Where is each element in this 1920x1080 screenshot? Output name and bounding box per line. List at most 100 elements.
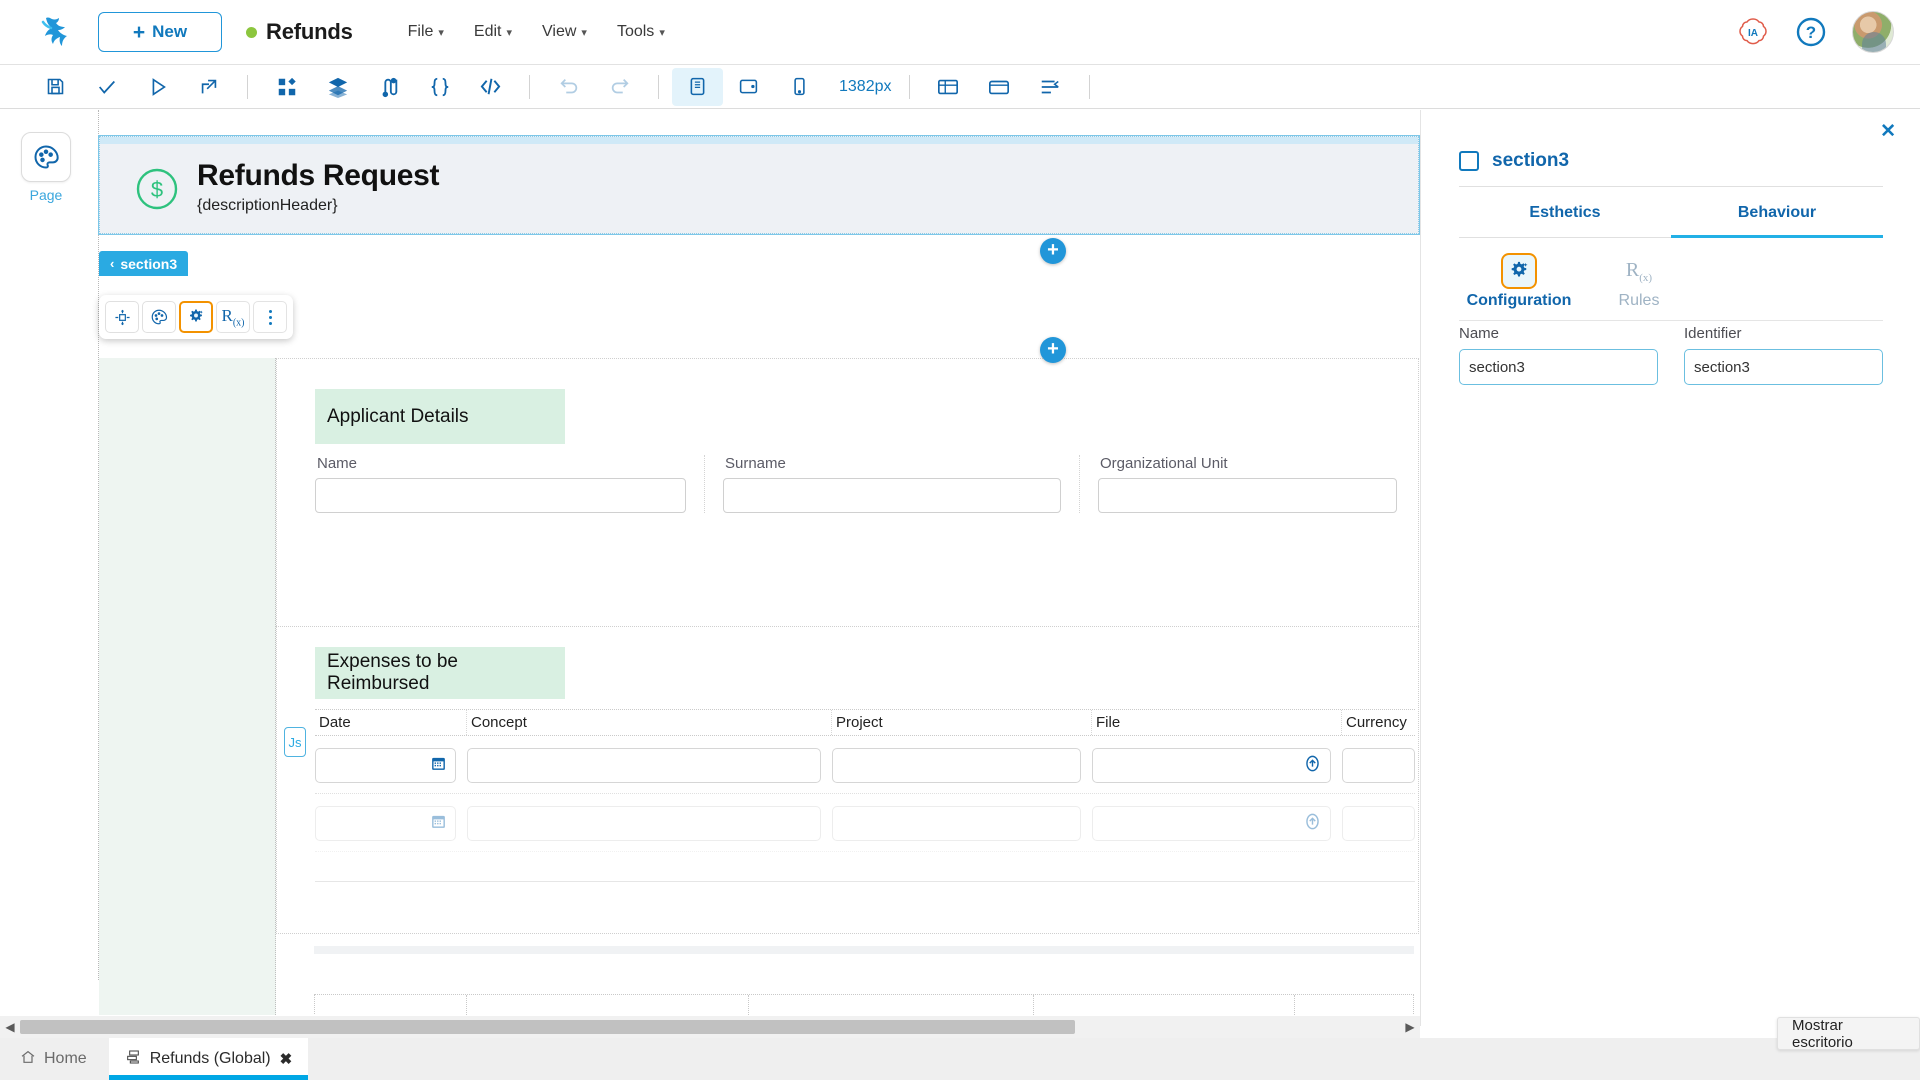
table-row[interactable]	[315, 794, 1415, 852]
run-icon[interactable]	[132, 68, 183, 106]
plus-icon: +	[132, 20, 146, 44]
grid-cell[interactable]	[315, 995, 467, 1015]
tooltip-text: Mostrar escritorio	[1792, 1016, 1853, 1051]
column-header-date: Date	[315, 710, 467, 735]
grid-cell[interactable]	[1295, 995, 1413, 1015]
add-section-below-button[interactable]: +	[1040, 337, 1066, 363]
save-icon[interactable]	[30, 68, 81, 106]
panel-divider	[1459, 186, 1883, 187]
currency-input[interactable]	[1342, 806, 1415, 841]
rules-rx-icon[interactable]: R(x)	[216, 301, 250, 333]
surname-input[interactable]	[723, 478, 1061, 513]
toolbar-separator	[1088, 74, 1090, 99]
container-icon[interactable]	[974, 68, 1025, 106]
field-surname-label: Surname	[725, 455, 786, 472]
close-icon[interactable]: ✖	[280, 1050, 293, 1068]
currency-input[interactable]	[1342, 748, 1415, 783]
applicant-fields-row: Name Surname Organizational Unit	[315, 455, 1415, 513]
rules-rx-icon: R(x)	[1625, 258, 1653, 284]
layers-icon[interactable]	[312, 68, 363, 106]
project-input[interactable]	[832, 748, 1081, 783]
more-vertical-icon[interactable]	[253, 301, 287, 333]
file-input[interactable]	[1092, 748, 1331, 783]
applicant-details-card[interactable]: Applicant Details Name Surname Organizat…	[276, 358, 1419, 628]
section-breadcrumb-tag[interactable]: ‹ section3	[99, 251, 189, 276]
panel-subtabs: Configuration R(x) Rules	[1459, 250, 1883, 321]
frog-logo-icon[interactable]	[30, 10, 74, 54]
scrollbar-thumb[interactable]	[20, 1020, 1075, 1034]
check-icon[interactable]	[81, 68, 132, 106]
bottom-grid-card[interactable]	[276, 946, 1419, 1015]
subtab-rules[interactable]: R(x) Rules	[1579, 250, 1699, 310]
menu-file[interactable]: File ▾	[408, 23, 444, 41]
toolbar-separator	[529, 74, 530, 99]
palette-icon	[21, 132, 71, 182]
scroll-left-arrow-icon[interactable]: ◀	[0, 1020, 20, 1034]
zoom-level-value[interactable]: 1382px	[839, 78, 892, 96]
date-input[interactable]	[315, 748, 456, 783]
section-checkbox[interactable]	[1459, 151, 1479, 171]
concept-input[interactable]	[467, 748, 821, 783]
close-icon[interactable]: ✕	[1880, 120, 1896, 143]
column-header-project: Project	[832, 710, 1092, 735]
org-unit-input[interactable]	[1098, 478, 1397, 513]
status-dot-icon	[246, 26, 257, 38]
file-input[interactable]	[1092, 806, 1331, 841]
menu-tools[interactable]: Tools ▾	[617, 23, 665, 41]
tablet-view-icon[interactable]	[723, 68, 774, 106]
dollar-coin-icon: $	[135, 167, 179, 211]
add-section-above-button[interactable]: +	[1040, 238, 1066, 264]
date-input[interactable]	[315, 806, 456, 841]
table-row[interactable]	[315, 736, 1415, 794]
canvas-horizontal-scrollbar[interactable]: ◀ ▶	[0, 1016, 1420, 1038]
help-icon[interactable]: ?	[1794, 15, 1828, 49]
menu-edit[interactable]: Edit ▾	[474, 23, 512, 41]
braces-icon[interactable]	[414, 68, 465, 106]
data-model-icon[interactable]	[363, 68, 414, 106]
expenses-card[interactable]: Expenses to be Reimbursed Js Date Concep…	[276, 626, 1419, 934]
tab-refunds-label: Refunds (Global)	[149, 1050, 271, 1067]
move-icon[interactable]	[105, 301, 139, 333]
cell-concept	[467, 806, 832, 841]
ia-assistant-icon[interactable]: IA	[1736, 15, 1770, 49]
grid-cell[interactable]	[467, 995, 750, 1015]
redo-icon[interactable]	[594, 68, 645, 106]
selected-header-section[interactable]: $ Refunds Request {descriptionHeader}	[98, 135, 1420, 235]
tab-behaviour[interactable]: Behaviour	[1671, 192, 1883, 238]
desktop-view-icon[interactable]	[672, 67, 723, 106]
panel-identifier-input[interactable]	[1684, 349, 1883, 385]
avatar[interactable]	[1852, 11, 1894, 53]
top-bar: + New Refunds File ▾ Edit ▾ View ▾ Tools…	[0, 0, 1920, 64]
tab-refunds-global[interactable]: Refunds (Global) ✖	[108, 1038, 309, 1080]
panel-field-identifier-label: Identifier	[1684, 325, 1742, 342]
grid-cell[interactable]	[1034, 995, 1296, 1015]
scrollbar-track[interactable]	[20, 1020, 1400, 1034]
components-icon[interactable]	[261, 68, 312, 106]
project-input[interactable]	[832, 806, 1081, 841]
js-script-badge[interactable]: Js	[284, 727, 306, 757]
palette-icon[interactable]	[142, 301, 176, 333]
grid-band	[314, 946, 1414, 954]
subtab-configuration[interactable]: Configuration	[1459, 250, 1579, 310]
concept-input[interactable]	[467, 806, 821, 841]
settings-gear-icon	[1459, 250, 1579, 292]
code-icon[interactable]	[465, 68, 516, 106]
scroll-right-arrow-icon[interactable]: ▶	[1400, 1020, 1420, 1034]
settings-gear-icon[interactable]	[179, 301, 213, 333]
new-button[interactable]: + New	[98, 12, 222, 52]
app-title-group: Refunds	[246, 19, 353, 45]
home-tab[interactable]: Home	[0, 1038, 109, 1080]
mobile-view-icon[interactable]	[774, 68, 825, 106]
menu-view[interactable]: View ▾	[542, 23, 587, 41]
page-title: Refunds Request	[197, 159, 440, 192]
tab-esthetics[interactable]: Esthetics	[1459, 192, 1671, 238]
deploy-icon[interactable]	[183, 68, 234, 106]
name-input[interactable]	[315, 478, 686, 513]
undo-icon[interactable]	[543, 68, 594, 106]
panel-name-input[interactable]	[1459, 349, 1658, 385]
grid-cell[interactable]	[749, 995, 1034, 1015]
page-tool-button[interactable]: Page	[18, 132, 74, 203]
align-icon[interactable]	[1025, 68, 1076, 106]
design-canvas[interactable]: $ Refunds Request {descriptionHeader} Ap…	[92, 110, 1420, 1015]
grid-layout-icon[interactable]	[923, 68, 974, 106]
